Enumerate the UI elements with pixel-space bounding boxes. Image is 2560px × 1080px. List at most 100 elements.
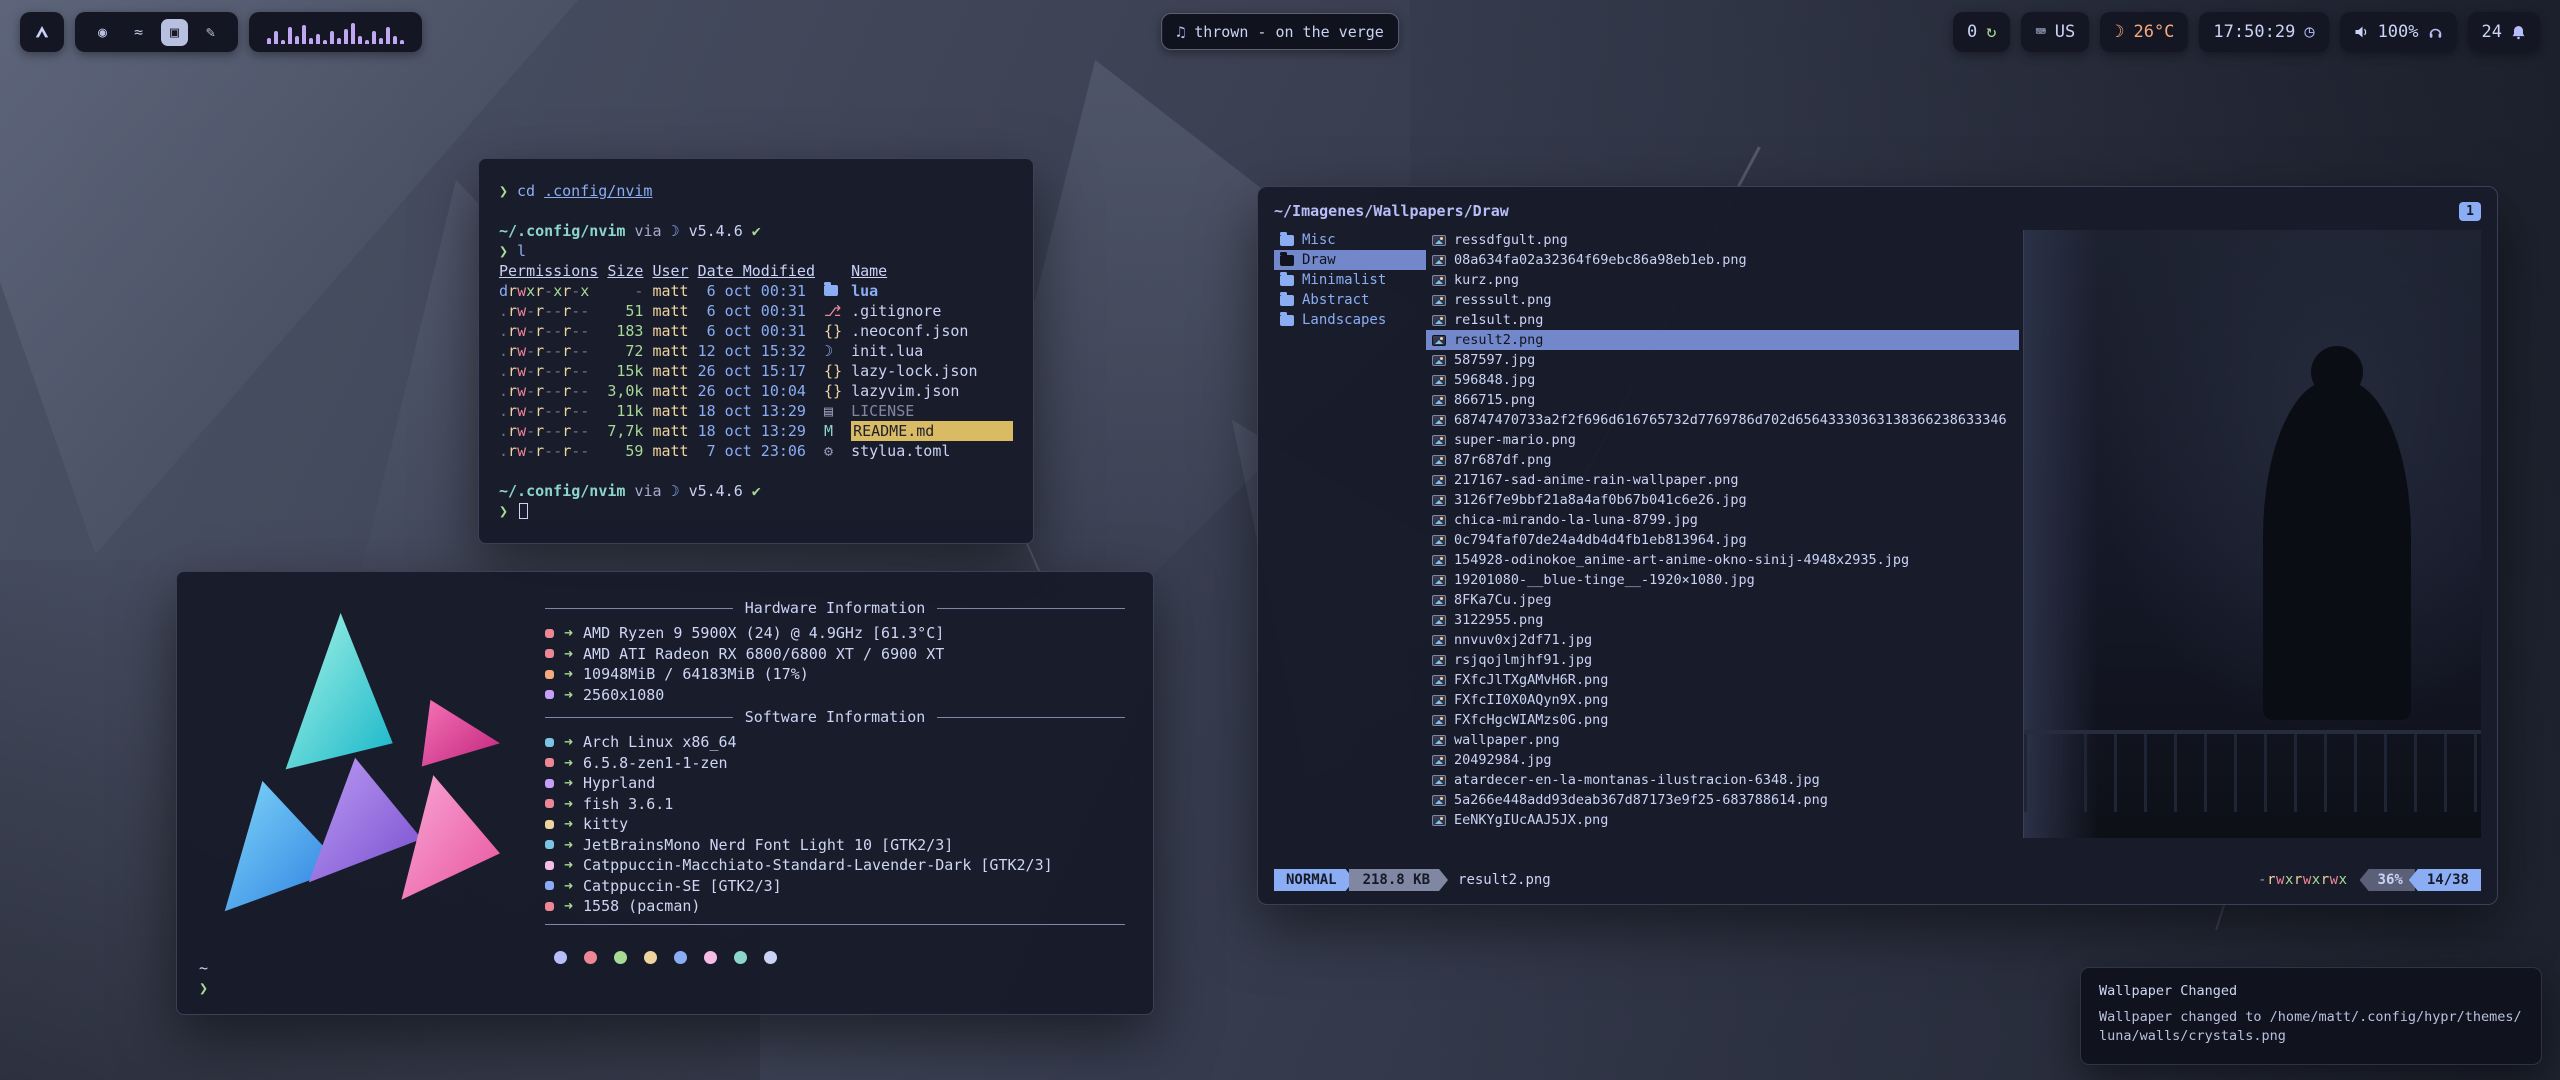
- file-row[interactable]: super-mario.png: [1426, 430, 2019, 450]
- workspaces: ◉ ≈ ▣ ✎: [75, 12, 238, 52]
- current-directory: ~/.config/nvim: [499, 221, 625, 241]
- icons-icon: [545, 881, 554, 890]
- file-row[interactable]: 87r687df.png: [1426, 450, 2019, 470]
- file-row[interactable]: kurz.png: [1426, 270, 2019, 290]
- notifications-pill[interactable]: 24: [2468, 12, 2540, 52]
- date-cell: 6 oct 00:31: [698, 301, 815, 321]
- image-file-icon: [1432, 235, 1446, 246]
- volume-pill[interactable]: 100%: [2340, 12, 2457, 52]
- media-player-pill[interactable]: ♫ thrown - on the verge: [1161, 13, 1399, 50]
- workspace-orbit[interactable]: ◉: [89, 19, 116, 46]
- visualizer-bar: [358, 36, 362, 44]
- topbar-center: ♫ thrown - on the verge: [1161, 12, 1399, 50]
- file-manager-window[interactable]: ~/Imagenes/Wallpapers/Draw 1 MiscDrawMin…: [1257, 186, 2498, 905]
- folder-row[interactable]: Abstract: [1274, 290, 1426, 310]
- folder-name: Draw: [1302, 252, 1336, 268]
- arrow-icon: ➜: [564, 733, 573, 751]
- arrow-icon: ➜: [564, 815, 573, 833]
- user-cell: matt: [652, 281, 688, 301]
- file-row[interactable]: result2.png: [1426, 330, 2019, 350]
- file-row[interactable]: 20492984.jpg: [1426, 750, 2019, 770]
- folder-icon: [1280, 275, 1294, 286]
- workspace-files[interactable]: ▣: [161, 19, 188, 46]
- fetch-value: 1558 (pacman): [583, 897, 700, 915]
- size-cell: 7,7k: [607, 421, 643, 441]
- file-row[interactable]: FXfcJlTXgAMvH6R.png: [1426, 670, 2019, 690]
- file-row[interactable]: 0c794faf07de24a4db4d4fb1eb813964.jpg: [1426, 530, 2019, 550]
- workspace-wave[interactable]: ≈: [125, 19, 152, 46]
- file-name: re1sult.png: [1454, 312, 1543, 328]
- image-file-icon: [1432, 435, 1446, 446]
- terminal-command-line: ❯cd.config/nvim: [499, 181, 1013, 201]
- updates-count: 0: [1967, 22, 1977, 42]
- folder-row[interactable]: Draw: [1274, 250, 1426, 270]
- file-row[interactable]: nnvuv0xj2df71.jpg: [1426, 630, 2019, 650]
- launcher-button[interactable]: [20, 12, 64, 52]
- fetch-value: AMD Ryzen 9 5900X (24) @ 4.9GHz [61.3°C]: [583, 624, 944, 642]
- fetch-value: Arch Linux x86_64: [583, 733, 737, 751]
- file-row[interactable]: chica-mirando-la-luna-8799.jpg: [1426, 510, 2019, 530]
- name-cell: lua: [851, 281, 1013, 301]
- cpu-icon: [545, 629, 554, 638]
- weather-pill[interactable]: ☽ 26°C: [2100, 12, 2188, 52]
- file-name: kurz.png: [1454, 272, 1519, 288]
- fetch-window[interactable]: Hardware Information➜AMD Ryzen 9 5900X (…: [176, 571, 1154, 1015]
- audio-visualizer: [263, 20, 408, 44]
- date-cell: 7 oct 23:06: [698, 441, 815, 461]
- file-row[interactable]: atardecer-en-la-montanas-ilustracion-634…: [1426, 770, 2019, 790]
- visualizer-bar: [344, 29, 348, 44]
- fetch-item: ➜JetBrainsMono Nerd Font Light 10 [GTK2/…: [545, 835, 1125, 856]
- palette-dot: [614, 951, 627, 964]
- workspace-paint[interactable]: ✎: [197, 19, 224, 46]
- file-row[interactable]: FXfcII0X0AQyn9X.png: [1426, 690, 2019, 710]
- file-row[interactable]: FXfcHgcWIAMzs0G.png: [1426, 710, 2019, 730]
- user-cell: matt: [652, 341, 688, 361]
- file-list-pane: ressdfgult.png08a634fa02a32364f69ebc86a9…: [1426, 230, 2023, 838]
- file-row[interactable]: 596848.jpg: [1426, 370, 2019, 390]
- keyboard-layout-pill[interactable]: ⌨ US: [2021, 12, 2089, 52]
- file-row[interactable]: 154928-odinokoe_anime-art-anime-okno-sin…: [1426, 550, 2019, 570]
- file-row[interactable]: EeNKYgIUcAAJ5JX.png: [1426, 810, 2019, 830]
- notification-title: Wallpaper Changed: [2099, 982, 2523, 1001]
- permissions-cell: .rw-r--r--: [499, 301, 598, 321]
- tab-badge[interactable]: 1: [2459, 202, 2481, 221]
- file-row[interactable]: 08a634fa02a32364f69ebc86a98eb1eb.png: [1426, 250, 2019, 270]
- file-row[interactable]: 3126f7e9bbf21a8a4af0b67b041c6e26.jpg: [1426, 490, 2019, 510]
- date-cell: 6 oct 00:31: [698, 281, 815, 301]
- file-row[interactable]: 8FKa7Cu.jpeg: [1426, 590, 2019, 610]
- folder-row[interactable]: Minimalist: [1274, 270, 1426, 290]
- folder-name: Abstract: [1302, 292, 1369, 308]
- notification-toast[interactable]: Wallpaper Changed Wallpaper changed to /…: [2080, 967, 2542, 1065]
- clock-pill[interactable]: 17:50:29 ◷: [2199, 12, 2328, 52]
- arrow-icon: ➜: [564, 795, 573, 813]
- file-name: 5a266e448add93deab367d87173e9f25-6837886…: [1454, 792, 1828, 808]
- user-cell: matt: [652, 301, 688, 321]
- updates-pill[interactable]: 0 ↻: [1953, 12, 2011, 52]
- file-row[interactable]: 3122955.png: [1426, 610, 2019, 630]
- name-cell: lazy-lock.json: [851, 361, 1013, 381]
- file-row[interactable]: rsjqojlmjhf91.jpg: [1426, 650, 2019, 670]
- file-name: 20492984.jpg: [1454, 752, 1552, 768]
- palette-dot: [734, 951, 747, 964]
- file-row[interactable]: re1sult.png: [1426, 310, 2019, 330]
- moon-icon: ☽: [2114, 22, 2124, 42]
- folder-row[interactable]: Landscapes: [1274, 310, 1426, 330]
- parent-folder-pane: Misc Draw Minimalist Abstract Landscapes: [1274, 230, 1426, 838]
- file-row[interactable]: ressdfgult.png: [1426, 230, 2019, 250]
- fetch-value: JetBrainsMono Nerd Font Light 10 [GTK2/3…: [583, 836, 953, 854]
- preview-railing: [2024, 730, 2481, 734]
- folder-row[interactable]: Misc: [1274, 230, 1426, 250]
- file-row[interactable]: 68747470733a2f2f696d616765732d7769786d70…: [1426, 410, 2019, 430]
- file-row[interactable]: 217167-sad-anime-rain-wallpaper.png: [1426, 470, 2019, 490]
- file-row[interactable]: wallpaper.png: [1426, 730, 2019, 750]
- listing-row: .rw-r--r--15kmatt26 oct 15:17{}lazy-lock…: [499, 361, 1013, 381]
- file-row[interactable]: 866715.png: [1426, 390, 2019, 410]
- file-row[interactable]: resssult.png: [1426, 290, 2019, 310]
- terminal-prompt-line[interactable]: ❯: [499, 501, 1013, 521]
- file-row[interactable]: 19201080-__blue-tinge__-1920×1080.jpg: [1426, 570, 2019, 590]
- prompt-icon[interactable]: ❯: [199, 978, 208, 998]
- fetch-value: Catppuccin-SE [GTK2/3]: [583, 877, 782, 895]
- terminal-window[interactable]: ❯cd.config/nvim ~/.config/nvimvia☽v5.4.6…: [478, 158, 1034, 544]
- file-row[interactable]: 5a266e448add93deab367d87173e9f25-6837886…: [1426, 790, 2019, 810]
- file-row[interactable]: 587597.jpg: [1426, 350, 2019, 370]
